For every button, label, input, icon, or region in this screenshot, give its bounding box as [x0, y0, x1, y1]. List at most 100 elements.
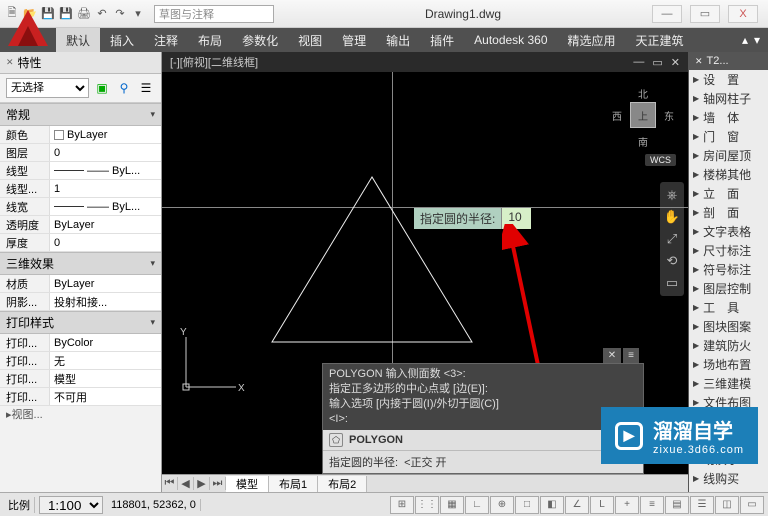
tool-item[interactable]: 剖 面: [689, 203, 768, 222]
prop-row-plot2[interactable]: 打印... 无: [0, 352, 161, 370]
prop-row-material[interactable]: 材质 ByLayer: [0, 275, 161, 293]
restore-button[interactable]: ▭: [690, 5, 720, 23]
cube-east[interactable]: 东: [664, 108, 674, 123]
section-general[interactable]: 常规: [0, 103, 161, 126]
toggle-infer-icon[interactable]: ⊞: [390, 496, 414, 514]
print-icon[interactable]: 🖨: [76, 6, 92, 22]
tab-model[interactable]: 模型: [226, 476, 269, 492]
cube-top-face[interactable]: 上: [630, 102, 656, 128]
section-print-style[interactable]: 打印样式: [0, 311, 161, 334]
nav-pan-icon[interactable]: ✋: [663, 208, 681, 226]
viewport-label[interactable]: [-][俯视][二维线框]: [170, 54, 258, 70]
wcs-label[interactable]: WCS: [645, 154, 676, 166]
prop-row-plot3[interactable]: 打印... 模型: [0, 370, 161, 388]
selection-dropdown[interactable]: 无选择: [6, 78, 89, 98]
select-add-icon[interactable]: ▣: [93, 79, 111, 97]
cmd-close-icon[interactable]: ✕: [603, 348, 621, 363]
saveas-icon[interactable]: 💾: [58, 6, 74, 22]
nav-orbit-icon[interactable]: ⟲: [663, 252, 681, 270]
cube-west[interactable]: 西: [612, 108, 622, 123]
minimize-button[interactable]: —: [652, 5, 682, 23]
tool-item[interactable]: 建筑防火: [689, 336, 768, 355]
tool-item[interactable]: 立 面: [689, 184, 768, 203]
tool-item[interactable]: 文字表格: [689, 222, 768, 241]
tool-item[interactable]: 墙 体: [689, 108, 768, 127]
prop-row-plot4[interactable]: 打印... 不可用: [0, 388, 161, 406]
tab-view[interactable]: 视图: [288, 28, 332, 52]
toggle-grid-icon[interactable]: ▦: [440, 496, 464, 514]
toggle-qp-icon[interactable]: ☰: [690, 496, 714, 514]
nav-zoom-icon[interactable]: ⤢: [663, 230, 681, 248]
toggle-ortho-icon[interactable]: ∟: [465, 496, 489, 514]
tool-item[interactable]: 三维建模: [689, 374, 768, 393]
tool-item[interactable]: 线购买: [689, 469, 768, 488]
toggle-polar-icon[interactable]: ⊕: [490, 496, 514, 514]
prop-row-shadow[interactable]: 阴影... 投射和接...: [0, 293, 161, 311]
app-logo-icon[interactable]: [4, 6, 52, 54]
prop-row-color[interactable]: 颜色 ByLayer: [0, 126, 161, 144]
tab-layout2[interactable]: 布局2: [318, 476, 367, 492]
tab-insert[interactable]: 插入: [100, 28, 144, 52]
nav-showmotion-icon[interactable]: ▭: [663, 274, 681, 292]
tab-parametric[interactable]: 参数化: [232, 28, 288, 52]
tool-item[interactable]: 楼梯其他: [689, 165, 768, 184]
view-cube[interactable]: 北 南 西 东 上 WCS: [608, 76, 678, 156]
section-3d-effects[interactable]: 三维效果: [0, 252, 161, 275]
toggle-pick-icon[interactable]: ☰: [137, 79, 155, 97]
prop-row-linetype[interactable]: 线型 —— ByL...: [0, 162, 161, 180]
prop-row-plotstyle[interactable]: 打印... ByColor: [0, 334, 161, 352]
tool-item[interactable]: 工 具: [689, 298, 768, 317]
tab-addins[interactable]: 插件: [420, 28, 464, 52]
prop-row-layer[interactable]: 图层 0: [0, 144, 161, 162]
tab-layout[interactable]: 布局: [188, 28, 232, 52]
tab-manage[interactable]: 管理: [332, 28, 376, 52]
tab-a360[interactable]: Autodesk 360: [464, 28, 557, 52]
tab-tianzheng[interactable]: 天正建筑: [626, 28, 694, 52]
prop-row-transparency[interactable]: 透明度 ByLayer: [0, 216, 161, 234]
toggle-sc-icon[interactable]: ◫: [715, 496, 739, 514]
cube-south[interactable]: 南: [638, 134, 648, 149]
command-line[interactable]: ⬠ POLYGON: [323, 430, 643, 450]
ribbon-minimize-icon[interactable]: ▴: [742, 33, 748, 47]
tab-featured[interactable]: 精选应用: [558, 28, 626, 52]
tool-item[interactable]: 场地布置: [689, 355, 768, 374]
cube-north[interactable]: 北: [638, 86, 648, 101]
tab-scroll-prev-icon[interactable]: ◀: [178, 477, 194, 490]
tab-scroll-last-icon[interactable]: ⏭: [210, 477, 226, 490]
scale-dropdown[interactable]: 1:100: [39, 496, 103, 514]
tab-output[interactable]: 输出: [376, 28, 420, 52]
toggle-model-icon[interactable]: ▭: [740, 496, 764, 514]
tool-item[interactable]: 房间屋顶: [689, 146, 768, 165]
tab-scroll-first-icon[interactable]: ⏮: [162, 477, 178, 490]
undo-icon[interactable]: ↶: [94, 6, 110, 22]
tool-item[interactable]: 符号标注: [689, 260, 768, 279]
toggle-otrack-icon[interactable]: ∠: [565, 496, 589, 514]
qat-dropdown-icon[interactable]: ▾: [130, 6, 146, 22]
close-button[interactable]: X: [728, 5, 758, 23]
section-view-collapsed[interactable]: ▸视图...: [0, 406, 161, 422]
viewport-maximize-icon[interactable]: ▭: [652, 56, 662, 69]
nav-wheel-icon[interactable]: ⎈: [663, 186, 681, 204]
quick-select-icon[interactable]: ⚲: [115, 79, 133, 97]
toggle-ducs-icon[interactable]: L: [590, 496, 614, 514]
redo-icon[interactable]: ↷: [112, 6, 128, 22]
tab-scroll-next-icon[interactable]: ▶: [194, 477, 210, 490]
toggle-3dosnap-icon[interactable]: ◧: [540, 496, 564, 514]
prop-row-thickness[interactable]: 厚度 0: [0, 234, 161, 252]
tab-layout1[interactable]: 布局1: [269, 476, 318, 492]
tab-annotate[interactable]: 注释: [144, 28, 188, 52]
tab-default[interactable]: 默认: [56, 28, 100, 52]
tool-item[interactable]: 门 窗: [689, 127, 768, 146]
prop-row-lineweight[interactable]: 线宽 —— ByL...: [0, 198, 161, 216]
toggle-lwt-icon[interactable]: ≡: [640, 496, 664, 514]
cmd-options-icon[interactable]: ≡: [623, 348, 639, 363]
workspace-switcher[interactable]: 草图与注释: [154, 5, 274, 23]
toggle-tpy-icon[interactable]: ▤: [665, 496, 689, 514]
viewport-close-icon[interactable]: ✕: [671, 56, 680, 69]
tool-item[interactable]: 图块图案: [689, 317, 768, 336]
ribbon-menu-icon[interactable]: ▾: [754, 33, 760, 47]
tool-item[interactable]: 尺寸标注: [689, 241, 768, 260]
toggle-osnap-icon[interactable]: □: [515, 496, 539, 514]
viewport-minimize-icon[interactable]: —: [633, 56, 644, 69]
tool-item[interactable]: 图层控制: [689, 279, 768, 298]
